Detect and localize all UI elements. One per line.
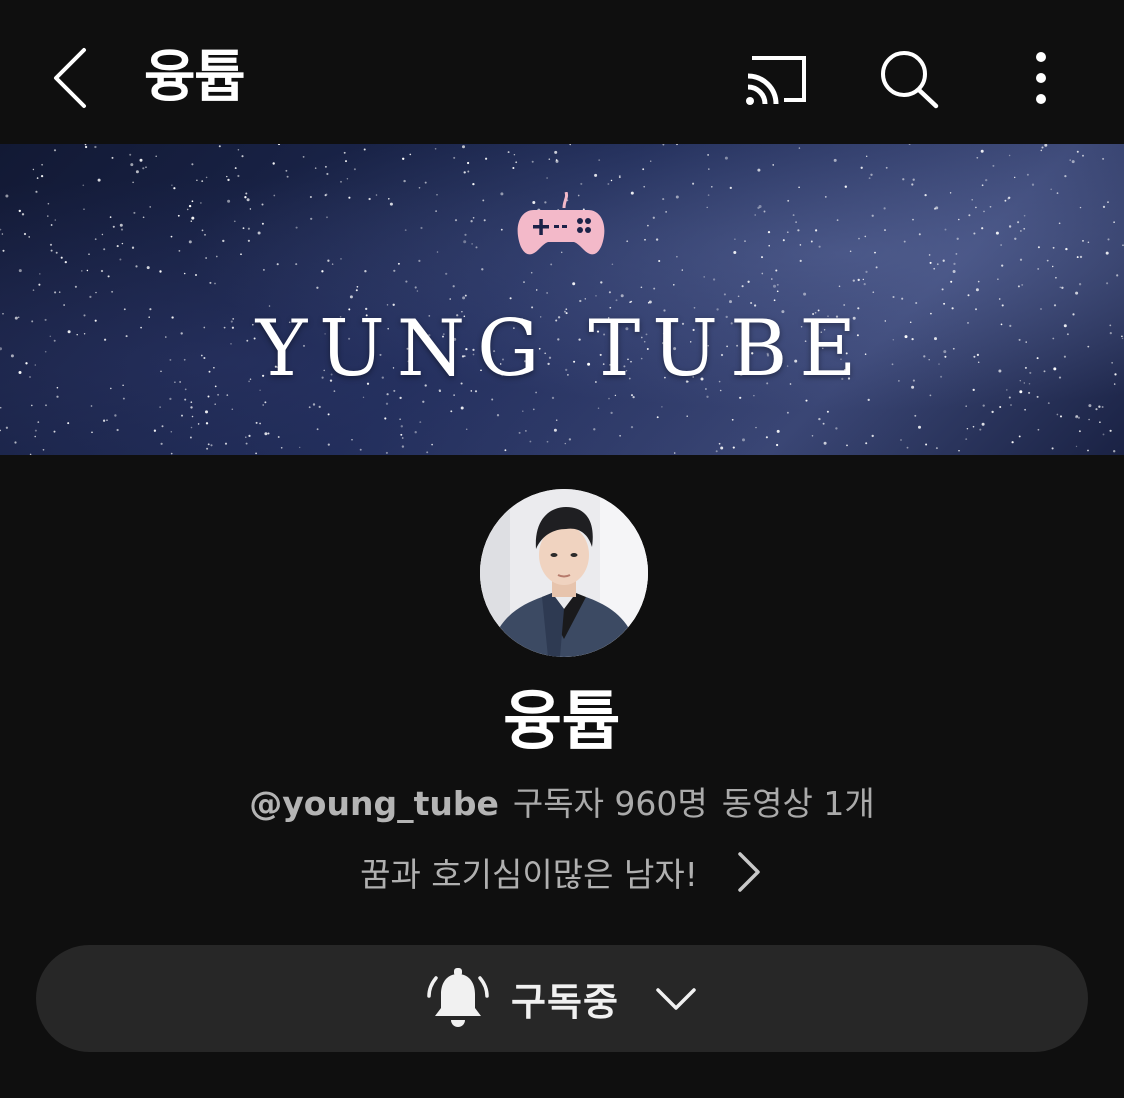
subscribed-button[interactable]: 구독중 <box>36 945 1088 1052</box>
cast-button[interactable] <box>738 40 818 116</box>
video-count: 동영상 1개 <box>721 784 875 823</box>
subscriber-count: 구독자 960명 <box>512 784 708 823</box>
starfield-background <box>0 144 1124 455</box>
back-button[interactable] <box>44 40 100 116</box>
more-vertical-icon <box>1036 52 1046 104</box>
channel-handle[interactable]: @young_tube <box>249 784 499 823</box>
banner-brand-text: YUNG TUBE <box>255 304 869 394</box>
more-options-button[interactable] <box>1012 40 1070 116</box>
chevron-right-icon <box>738 852 760 892</box>
channel-description-link[interactable]: 꿈과 호기심이많은 남자! <box>0 846 1124 898</box>
profile-photo <box>480 489 648 657</box>
search-icon <box>881 51 939 109</box>
gamepad-icon <box>517 192 605 255</box>
page-title: 융튭 <box>144 45 246 110</box>
cast-icon <box>746 56 806 105</box>
bell-icon <box>427 967 489 1027</box>
channel-banner: YUNG TUBE <box>0 144 1124 455</box>
avatar[interactable] <box>480 489 648 657</box>
app-bar: 융튭 <box>0 0 1124 144</box>
channel-name: 융튭 <box>503 685 621 759</box>
channel-meta: @young_tube 구독자 960명 동영상 1개 <box>0 780 1124 828</box>
chevron-down-icon <box>656 987 696 1010</box>
channel-description: 꿈과 호기심이많은 남자! <box>360 855 698 894</box>
search-button[interactable] <box>874 40 946 116</box>
subscribed-label: 구독중 <box>511 980 619 1024</box>
chevron-left-icon <box>54 48 86 108</box>
